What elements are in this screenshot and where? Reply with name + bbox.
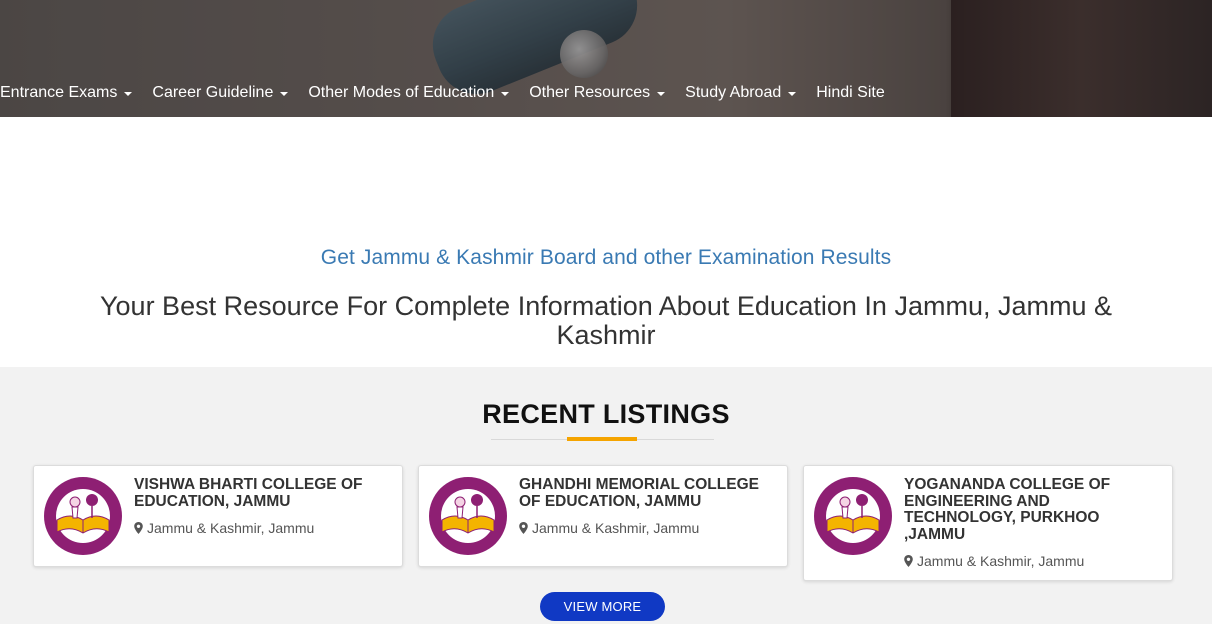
map-pin-icon: [134, 522, 143, 534]
nav-item-other-modes[interactable]: Other Modes of Education: [308, 84, 510, 102]
nav-item-label: Entrance Exams: [0, 84, 118, 101]
listing-name: GHANDHI MEMORIAL COLLEGE OF EDUCATION, J…: [519, 476, 759, 510]
listing-name: YOGANANDA COLLEGE OF ENGINEERING AND TEC…: [904, 476, 1111, 543]
listing-location: Jammu & Kashmir, Jammu: [519, 520, 699, 536]
hero-banner: Entrance Exams Career Guideline Other Mo…: [0, 0, 1212, 117]
nav-item-hindi-site[interactable]: Hindi Site: [816, 84, 884, 102]
listing-location-text: Jammu & Kashmir, Jammu: [917, 553, 1085, 569]
caret-down-icon: [280, 92, 289, 96]
listing-name: VISHWA BHARTI COLLEGE OF EDUCATION, JAMM…: [134, 476, 363, 510]
school-logo-icon: [429, 477, 507, 555]
section-title: RECENT LISTINGS: [482, 399, 730, 429]
listing-card[interactable]: GHANDHI MEMORIAL COLLEGE OF EDUCATION, J…: [418, 465, 788, 567]
main-nav: Entrance Exams Career Guideline Other Mo…: [0, 81, 905, 105]
map-pin-icon: [904, 555, 913, 567]
nav-item-label: Study Abroad: [685, 84, 782, 101]
listing-card[interactable]: YOGANANDA COLLEGE OF ENGINEERING AND TEC…: [803, 465, 1173, 581]
listing-location: Jammu & Kashmir, Jammu: [904, 553, 1084, 569]
page-headline: Your Best Resource For Complete Informat…: [100, 291, 1112, 350]
recent-listings-section: RECENT LISTINGS VISHWA BHARTI COLLEGE OF…: [0, 367, 1212, 624]
listing-card[interactable]: VISHWA BHARTI COLLEGE OF EDUCATION, JAMM…: [33, 465, 403, 567]
school-logo-icon: [44, 477, 122, 555]
listing-location-text: Jammu & Kashmir, Jammu: [532, 520, 700, 536]
listing-location: Jammu & Kashmir, Jammu: [134, 520, 314, 536]
hero-photo-dark-area: [951, 0, 1212, 117]
caret-down-icon: [788, 92, 797, 96]
nav-item-label: Other Resources: [529, 84, 651, 101]
results-link[interactable]: Get Jammu & Kashmir Board and other Exam…: [0, 246, 1212, 270]
nav-item-career-guideline[interactable]: Career Guideline: [152, 84, 289, 102]
map-pin-icon: [519, 522, 528, 534]
nav-item-label: Hindi Site: [816, 84, 885, 101]
nav-item-label: Career Guideline: [152, 84, 274, 101]
school-logo-icon: [814, 477, 892, 555]
view-more-button[interactable]: VIEW MORE: [540, 592, 665, 621]
title-accent-bar: [567, 437, 637, 441]
nav-item-label: Other Modes of Education: [308, 84, 495, 101]
caret-down-icon: [501, 92, 510, 96]
listing-location-text: Jammu & Kashmir, Jammu: [147, 520, 315, 536]
caret-down-icon: [657, 92, 666, 96]
caret-down-icon: [124, 92, 133, 96]
nav-item-other-resources[interactable]: Other Resources: [529, 84, 666, 102]
nav-item-entrance-exams[interactable]: Entrance Exams: [0, 84, 133, 102]
nav-item-study-abroad[interactable]: Study Abroad: [685, 84, 797, 102]
